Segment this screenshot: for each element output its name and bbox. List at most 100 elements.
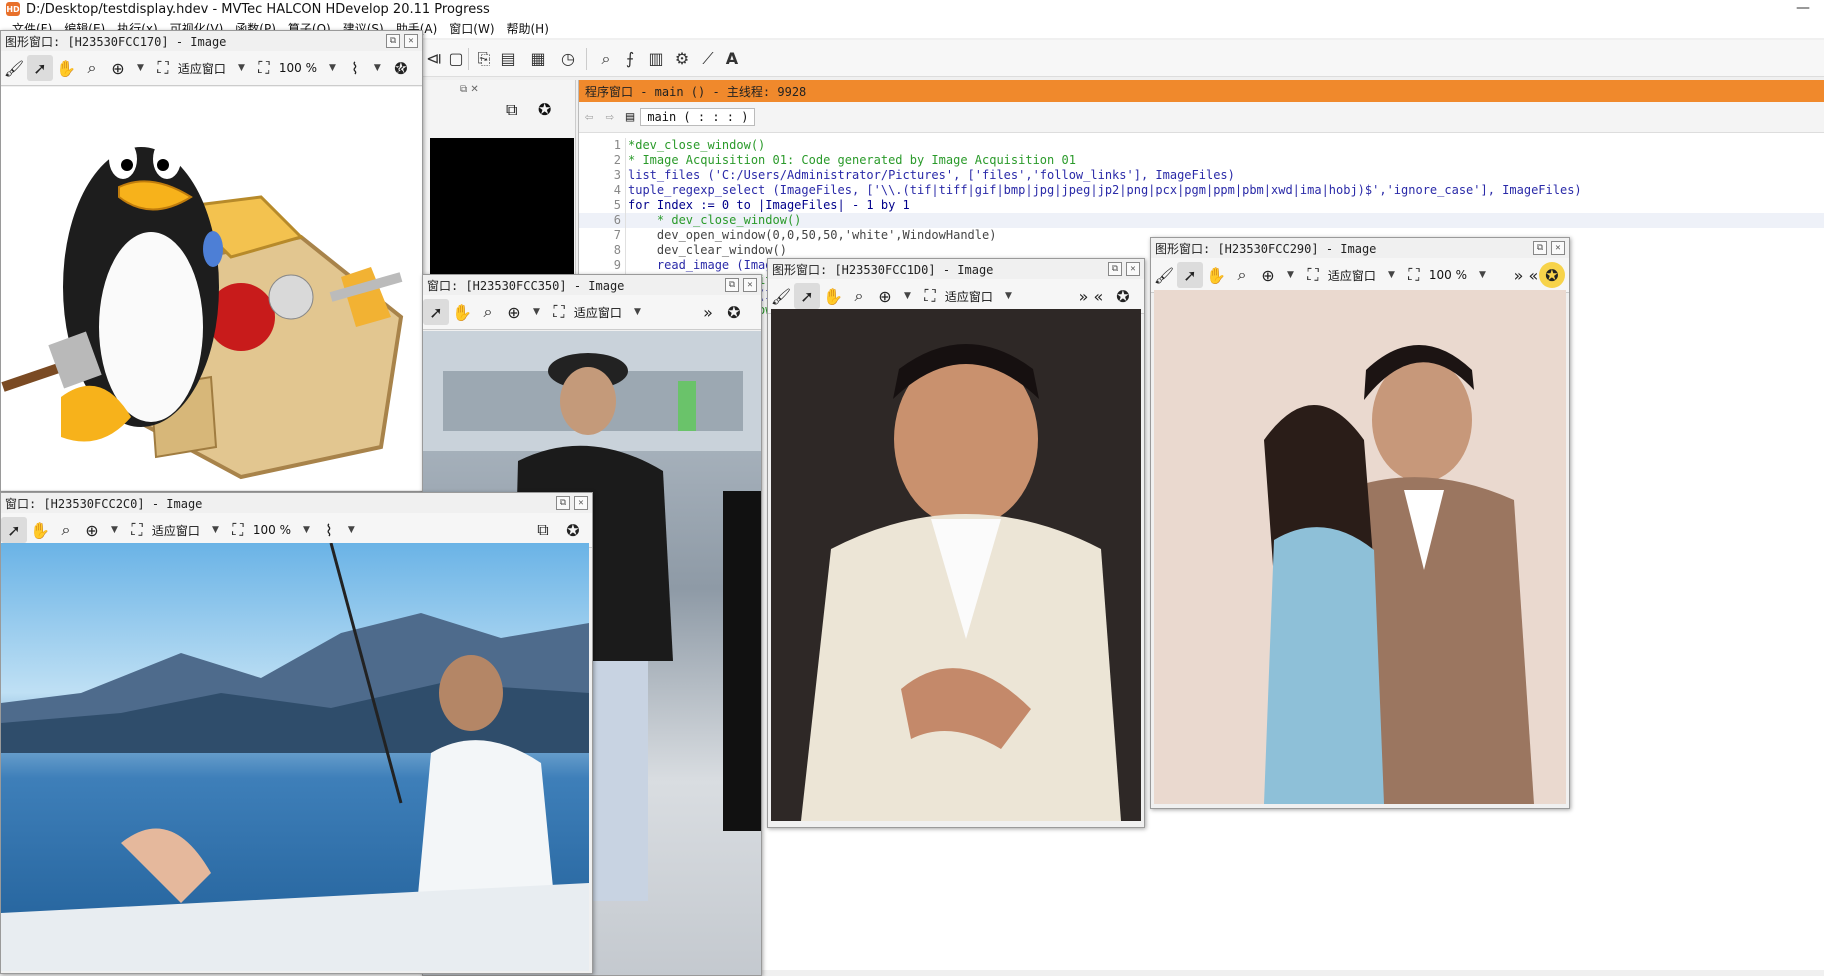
float-icon[interactable]: ⧉ (556, 496, 570, 510)
zoom-icon[interactable]: ⌕ (596, 49, 616, 69)
document-icon[interactable]: ▤ (498, 49, 518, 69)
lightbulb-icon[interactable]: ✪ (1539, 262, 1565, 288)
fit-window-label[interactable]: 适应窗口 (945, 288, 993, 305)
hand-icon[interactable]: ✋ (1203, 262, 1229, 288)
back-arrow-icon[interactable]: ⇦ (585, 109, 593, 125)
fit-window-icon[interactable]: ⛶ (546, 299, 572, 325)
forward-arrow-icon[interactable]: ⇨ (605, 109, 613, 125)
zoom-in-icon[interactable]: ⊕ (79, 517, 105, 543)
fit-window-label[interactable]: 适应窗口 (1328, 267, 1376, 284)
brush-icon[interactable]: 🖌 (1, 55, 27, 81)
float-icon[interactable]: ⧉ (725, 278, 739, 292)
pointer-icon[interactable]: ➚ (794, 283, 820, 309)
pointer-icon[interactable]: ➚ (1177, 262, 1203, 288)
expand-icon[interactable]: » « (1513, 262, 1539, 288)
expand-icon[interactable]: » « (1078, 283, 1104, 309)
code-text: * Image Acquisition 01: Code generated b… (628, 153, 1076, 167)
magnifier-icon[interactable]: ⌕ (1229, 262, 1255, 288)
magnifier-icon[interactable]: ⌕ (79, 55, 105, 81)
hand-icon[interactable]: ✋ (449, 299, 475, 325)
procedure-selector[interactable]: main ( : : : ) (640, 108, 756, 126)
fit-window-icon[interactable]: ⛶ (150, 55, 176, 81)
draw-shape-icon[interactable]: ⌇ (342, 55, 368, 81)
fit-window-icon[interactable]: ⛶ (124, 517, 150, 543)
magnifier-icon[interactable]: ⌕ (846, 283, 872, 309)
menu-help[interactable]: 帮助(H) (507, 20, 549, 37)
expand-icon[interactable]: » (695, 299, 721, 325)
line-number: 9 (579, 258, 626, 273)
line-number: 2 (579, 153, 626, 168)
feature-inspection-icon[interactable]: ⚙ (672, 49, 692, 69)
code-line[interactable]: 3 list_files ('C:/Users/Administrator/Pic… (579, 168, 1824, 183)
close-icon[interactable]: ✕ (1126, 262, 1140, 276)
code-text: tuple_regexp_select (ImageFiles, ['\\.(t… (628, 183, 1582, 197)
fit-window-icon[interactable]: ⛶ (917, 283, 943, 309)
fit-window-label[interactable]: 适应窗口 (178, 60, 226, 77)
fit-window-label[interactable]: 适应窗口 (574, 304, 622, 321)
lightbulb-icon[interactable]: ✪ (388, 55, 414, 81)
zoom-percent[interactable]: 100 % (279, 61, 317, 75)
back-icon[interactable]: ⧏ (424, 49, 444, 69)
zoom-in-icon[interactable]: ⊕ (105, 55, 131, 81)
code-line[interactable]: 4 tuple_regexp_select (ImageFiles, ['\\.(… (579, 183, 1824, 198)
lightbulb-icon[interactable]: ✪ (560, 517, 586, 543)
pointer-icon[interactable]: ➚ (423, 299, 449, 325)
pointer-icon[interactable]: ➚ (27, 55, 53, 81)
magnifier-icon[interactable]: ⌕ (53, 517, 79, 543)
lightbulb-icon[interactable]: ✪ (721, 299, 747, 325)
image-acquisition-icon[interactable]: ▦ (528, 49, 548, 69)
line-profile-icon[interactable]: ⨍ (620, 49, 640, 69)
pointer-icon[interactable]: ➚ (1, 517, 27, 543)
hand-icon[interactable]: ✋ (820, 283, 846, 309)
ocr-icon[interactable]: A (722, 49, 742, 69)
code-line[interactable]: 1 *dev_close_window() (579, 138, 1824, 153)
zoom-percent[interactable]: 100 % (1429, 268, 1467, 282)
image-canvas-fishing[interactable] (1, 543, 589, 971)
code-line[interactable]: 6 * dev_close_window() (579, 213, 1824, 228)
zoom-percent[interactable]: 100 % (253, 523, 291, 537)
code-text: * dev_close_window() (628, 213, 802, 227)
insert-code-icon[interactable]: ⎘ (474, 49, 494, 69)
brush-icon[interactable]: 🖌 (768, 283, 794, 309)
lightbulb-icon[interactable]: ✪ (538, 100, 551, 119)
timer-icon[interactable]: ◷ (558, 49, 578, 69)
percent-icon[interactable]: ⛶ (1401, 262, 1427, 288)
layers-icon[interactable]: ⧉ (506, 100, 517, 120)
line-number: 4 (579, 183, 626, 198)
fit-window-icon[interactable]: ⛶ (1300, 262, 1326, 288)
line-number: 5 (579, 198, 626, 213)
lightbulb-icon[interactable]: ✪ (1110, 283, 1136, 309)
histogram-icon[interactable]: ▥ (646, 49, 666, 69)
float-icon[interactable]: ⧉ (386, 34, 400, 48)
close-icon[interactable]: ✕ (743, 278, 757, 292)
brush-icon[interactable]: 🖌 (1151, 262, 1177, 288)
close-icon[interactable]: ✕ (574, 496, 588, 510)
hand-icon[interactable]: ✋ (27, 517, 53, 543)
minimize-button[interactable]: — (1796, 0, 1810, 16)
zoom-in-icon[interactable]: ⊕ (501, 299, 527, 325)
image-canvas-portrait[interactable] (771, 309, 1141, 821)
close-icon[interactable]: ✕ (404, 34, 418, 48)
close-icon[interactable]: ✕ (1551, 241, 1565, 255)
zoom-in-icon[interactable]: ⊕ (1255, 262, 1281, 288)
float-icon[interactable]: ⧉ (1533, 241, 1547, 255)
percent-icon[interactable]: ⛶ (225, 517, 251, 543)
zoom-in-icon[interactable]: ⊕ (872, 283, 898, 309)
float-icon[interactable]: ⧉ (1108, 262, 1122, 276)
code-line[interactable]: 5 for Index := 0 to |ImageFiles| - 1 by 1 (579, 198, 1824, 213)
menu-window[interactable]: 窗口(W) (449, 20, 494, 37)
clipboard-icon[interactable]: ▤ (626, 109, 634, 125)
fit-window-label[interactable]: 适应窗口 (152, 522, 200, 539)
hand-icon[interactable]: ✋ (53, 55, 79, 81)
code-text: for Index := 0 to |ImageFiles| - 1 by 1 (628, 198, 910, 212)
code-line[interactable]: 2 * Image Acquisition 01: Code generated … (579, 153, 1824, 168)
magnifier-icon[interactable]: ⌕ (475, 299, 501, 325)
draw-shape-icon[interactable]: ⌇ (316, 517, 342, 543)
image-canvas-penguin[interactable] (1, 87, 422, 490)
stop-icon[interactable]: ▢ (446, 49, 466, 69)
image-canvas-couple[interactable] (1154, 290, 1566, 804)
percent-icon[interactable]: ⛶ (251, 55, 277, 81)
layers-icon[interactable]: ⧉ (530, 517, 556, 543)
chart-icon[interactable]: ⟋ (698, 49, 718, 69)
panel-buttons[interactable]: ⧉ ✕ (460, 84, 490, 98)
